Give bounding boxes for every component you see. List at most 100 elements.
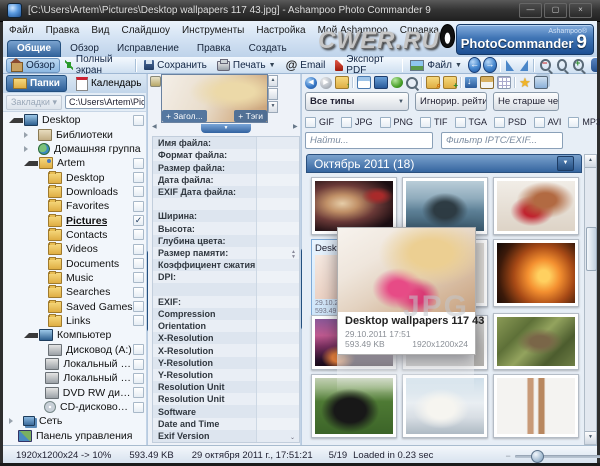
- tree-item-searches[interactable]: Searches: [4, 285, 147, 299]
- title-bar[interactable]: [C:\Users\Artem\Pictures\Desktop wallpap…: [0, 0, 600, 22]
- address-combobox[interactable]: C:\Users\Artem\Pictu▼: [65, 95, 145, 109]
- tree-checkbox[interactable]: [133, 258, 144, 269]
- tree-item-домашняя-группа[interactable]: Домашняя группа: [4, 142, 147, 156]
- add-caption-button[interactable]: + Загол...: [162, 110, 207, 122]
- tree-checkbox[interactable]: [133, 359, 144, 370]
- format-filter-avi[interactable]: AVI: [534, 117, 562, 128]
- tree-item-music[interactable]: Music: [4, 271, 147, 285]
- expander-icon[interactable]: [24, 132, 37, 138]
- checkbox-icon[interactable]: [380, 117, 391, 128]
- tree-checkbox[interactable]: [133, 201, 144, 212]
- tree-checkbox[interactable]: ✓: [133, 215, 144, 226]
- tree-item-artem[interactable]: Artem: [4, 156, 147, 170]
- tree-checkbox[interactable]: [133, 272, 144, 283]
- menu-item-1[interactable]: Файл: [3, 25, 40, 36]
- thumbnail-size-slider[interactable]: − +: [505, 450, 600, 461]
- save-button[interactable]: Сохранить: [139, 59, 212, 72]
- folder-search-icon[interactable]: ⌕: [426, 76, 440, 89]
- email-button[interactable]: @ Email: [281, 58, 331, 72]
- tree-checkbox[interactable]: [133, 229, 144, 240]
- age-filter-dropdown[interactable]: Не старше чем...▼: [493, 92, 559, 111]
- zoom-in-icon[interactable]: +: [573, 59, 583, 71]
- thumbnail-two-women[interactable]: [493, 374, 579, 438]
- collapse-preview-handle[interactable]: ▼: [201, 124, 251, 133]
- tree-item-downloads[interactable]: Downloads: [4, 185, 147, 199]
- checkbox-icon[interactable]: [305, 117, 316, 128]
- preview-tool-icon[interactable]: [150, 76, 161, 87]
- menu-item-5[interactable]: Инструменты: [176, 25, 250, 36]
- tree-item-links[interactable]: Links: [4, 314, 147, 328]
- close-button[interactable]: ×: [569, 3, 592, 18]
- add-tags-button[interactable]: + Тэги: [234, 110, 267, 122]
- format-filter-tif[interactable]: TIF: [420, 117, 448, 128]
- checkbox-icon[interactable]: [494, 117, 505, 128]
- group-collapse-icon[interactable]: ▼: [557, 156, 574, 171]
- format-filter-png[interactable]: PNG: [380, 117, 414, 128]
- expander-icon[interactable]: [9, 118, 23, 123]
- folder-up-icon[interactable]: ↑: [335, 76, 349, 89]
- zoom-original-icon[interactable]: [557, 59, 567, 71]
- tree-checkbox[interactable]: [133, 244, 144, 255]
- back-button[interactable]: ←: [468, 57, 481, 73]
- scrollbar-thumb[interactable]: [586, 227, 597, 271]
- format-filter-gif[interactable]: GIF: [305, 117, 334, 128]
- thumbnail-view-icon[interactable]: [374, 76, 388, 89]
- tree-checkbox[interactable]: [133, 315, 144, 326]
- print-button[interactable]: Печать▼: [212, 58, 281, 72]
- thumbnail-fire-demon[interactable]: [493, 239, 579, 307]
- scroll-down-icon[interactable]: ▼: [268, 101, 278, 113]
- checkbox-icon[interactable]: [534, 117, 545, 128]
- folder-add-icon[interactable]: +: [443, 76, 457, 89]
- rotate-right-icon[interactable]: [520, 60, 528, 71]
- tree-checkbox[interactable]: [133, 158, 144, 169]
- tree-checkbox[interactable]: [133, 387, 144, 398]
- slider-thumb[interactable]: [531, 450, 544, 463]
- checkbox-icon[interactable]: [341, 117, 352, 128]
- expander-icon[interactable]: [24, 146, 37, 152]
- tree-item-desktop[interactable]: Desktop: [4, 170, 147, 184]
- tree-checkbox[interactable]: [133, 301, 144, 312]
- tree-checkbox[interactable]: [133, 402, 144, 413]
- tree-item-pictures[interactable]: Pictures✓: [4, 213, 147, 227]
- tab-folders[interactable]: Папки: [6, 75, 67, 92]
- tree-item-локальный-диск-c-[interactable]: Локальный диск (C:): [4, 357, 147, 371]
- tree-checkbox[interactable]: [133, 172, 144, 183]
- ribbon-tab-5[interactable]: Создать: [240, 41, 296, 57]
- tree-item-панель-управления[interactable]: Панель управления: [4, 429, 147, 443]
- checkbox-icon[interactable]: [455, 117, 466, 128]
- format-filter-psd[interactable]: PSD: [494, 117, 527, 128]
- tree-item-contacts[interactable]: Contacts: [4, 228, 147, 242]
- tree-item-dvd-rw-дисковод-e-[interactable]: DVD RW дисковод (E:): [4, 386, 147, 400]
- grid-view-icon[interactable]: [497, 76, 511, 89]
- properties-scroll-hint[interactable]: ▲▼: [291, 250, 296, 260]
- stack-icon[interactable]: [534, 76, 548, 89]
- sort-icon[interactable]: [465, 77, 477, 88]
- format-filter-jpg[interactable]: JPG: [341, 117, 373, 128]
- preview-scroll-right-icon[interactable]: ▶: [293, 123, 298, 130]
- checkbox-icon[interactable]: [420, 117, 431, 128]
- paste-icon[interactable]: [480, 76, 494, 89]
- rating-filter-dropdown[interactable]: Игнорир. рейти▼: [415, 92, 487, 111]
- maximize-button[interactable]: ▢: [544, 3, 567, 18]
- preview-scroll-left-icon[interactable]: ◀: [152, 123, 157, 130]
- tree-item-saved-games[interactable]: Saved Games: [4, 299, 147, 313]
- tree-item-дисковод-a-[interactable]: Дисковод (A:): [4, 343, 147, 357]
- file-button[interactable]: Файл▼: [405, 59, 467, 72]
- tree-checkbox[interactable]: [133, 287, 144, 298]
- rating-star-icon[interactable]: ★: [519, 77, 531, 88]
- ribbon-tab-4[interactable]: Правка: [188, 41, 240, 57]
- preview-scrollbar[interactable]: ▲ ▼: [268, 75, 278, 113]
- thumbnail-owl-in-tree[interactable]: [493, 313, 579, 370]
- thumbnail-woman-red-lingerie[interactable]: [493, 177, 579, 235]
- search-input[interactable]: [305, 132, 433, 149]
- ribbon-tab-1[interactable]: Общие: [7, 40, 61, 57]
- browser-scrollbar[interactable]: ▲ ▼: [584, 154, 597, 445]
- tree-item-desktop[interactable]: Desktop: [4, 113, 147, 127]
- tree-checkbox[interactable]: [133, 186, 144, 197]
- tree-item-сеть[interactable]: Сеть: [4, 414, 147, 428]
- tree-item-favorites[interactable]: Favorites: [4, 199, 147, 213]
- scroll-up-icon[interactable]: ▲: [268, 75, 278, 87]
- slideshow-icon[interactable]: [391, 77, 403, 88]
- scrollbar-up-icon[interactable]: ▲: [585, 155, 596, 168]
- split-view-icon[interactable]: [357, 76, 371, 89]
